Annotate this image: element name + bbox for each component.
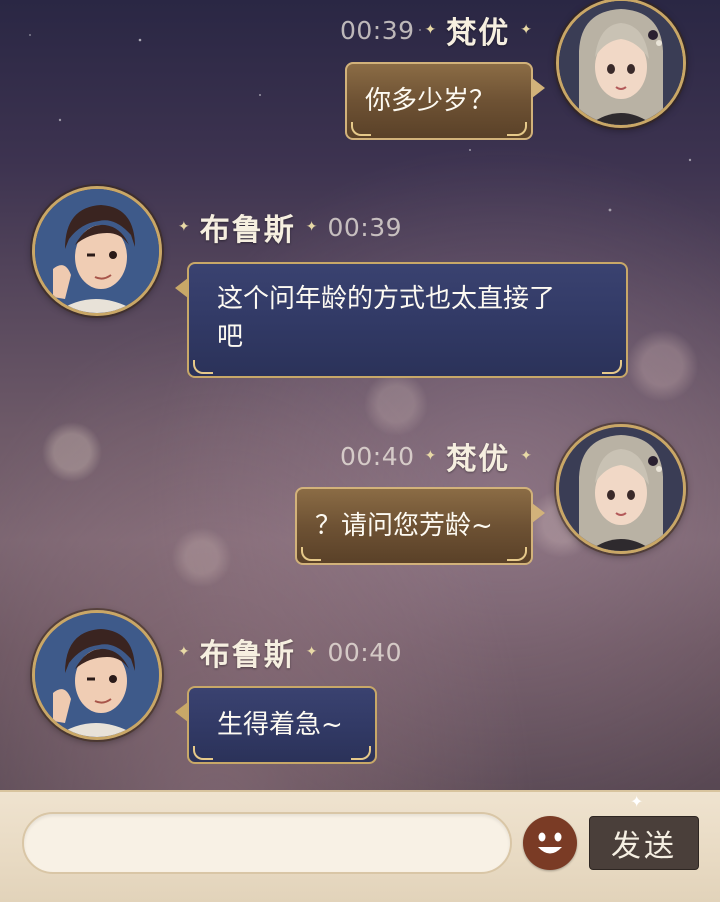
sender-name: 布鲁斯 [199, 638, 296, 673]
sparkle-star-icon: ✦ [520, 22, 533, 38]
message-meta: ✦ 布鲁斯 ✦ 00:40 [178, 630, 402, 674]
message-text: 生得着急~ [217, 710, 343, 740]
sparkle-star-icon: ✦ [630, 792, 644, 811]
avatar-bruce[interactable] [32, 610, 162, 740]
chat-input-bar: ✦ 发送 [0, 790, 720, 902]
sparkle-star-icon: ✦ [424, 448, 437, 464]
sparkle-star-icon: ✦ [305, 219, 318, 235]
sender-name: 梵优 [446, 442, 511, 477]
message-meta: ✦ 布鲁斯 ✦ 00:39 [178, 205, 402, 249]
sparkle-star-icon: ✦ [178, 219, 190, 235]
message-bubble[interactable]: 这个问年龄的方式也太直接了 吧 [175, 262, 628, 378]
message-time: 00:39 [327, 212, 403, 242]
sender-name: 布鲁斯 [199, 213, 296, 248]
message-input[interactable] [22, 812, 512, 874]
message-meta: 00:39 ✦ 梵优 ✦ [340, 8, 532, 52]
message-text: 你多少岁？ [365, 86, 496, 116]
sparkle-star-icon: ✦ [305, 644, 318, 660]
emoji-button[interactable] [523, 816, 577, 870]
message-bubble[interactable]: ？请问您芳龄~ [295, 487, 545, 565]
message-bubble[interactable]: 生得着急~ [175, 686, 377, 764]
message-bubble[interactable]: 你多少岁？ [345, 62, 545, 140]
message-time: 00:39 [340, 15, 415, 45]
message-time: 00:40 [340, 441, 415, 471]
sparkle-star-icon: ✦ [178, 644, 190, 660]
sparkle-star-icon: ✦ [520, 448, 533, 464]
message-text: ？请问您芳龄~ [315, 511, 493, 541]
message-text-line-1: 这个问年龄的方式也太直接了 [217, 284, 556, 314]
avatar-fanyou[interactable] [556, 0, 686, 128]
message-meta: 00:40 ✦ 梵优 ✦ [340, 434, 532, 478]
sender-name: 梵优 [446, 16, 511, 51]
smiley-face-icon [524, 817, 576, 869]
message-time: 00:40 [327, 637, 403, 667]
avatar-bruce[interactable] [32, 186, 162, 316]
message-text-line-2: 吧 [217, 322, 244, 352]
send-button[interactable]: 发送 [589, 816, 699, 870]
avatar-fanyou[interactable] [556, 424, 686, 554]
sparkle-star-icon: ✦ [424, 22, 437, 38]
